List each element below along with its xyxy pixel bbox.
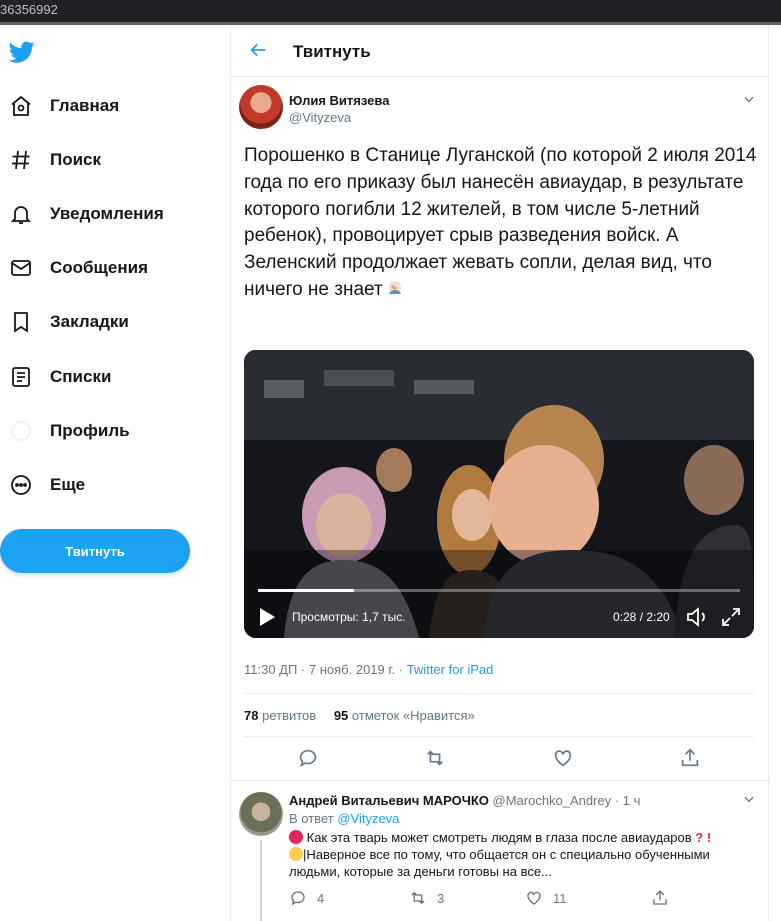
retweet-icon[interactable] <box>424 747 446 769</box>
sidebar-item-search[interactable]: Поиск <box>8 140 101 180</box>
video-frame <box>244 350 754 638</box>
reply-icon[interactable] <box>297 747 319 769</box>
sidebar-item-lists[interactable]: Списки <box>8 357 111 397</box>
thread-line <box>260 840 262 921</box>
sidebar-item-bookmarks[interactable]: Закладки <box>8 302 129 342</box>
reply-time[interactable]: 1 ч <box>623 793 641 808</box>
divider <box>244 736 754 737</box>
sidebar-item-label: Профиль <box>50 421 130 440</box>
like-icon <box>527 891 541 905</box>
reply-author-handle[interactable]: @Marochko_Andrey <box>493 793 612 808</box>
bookmark-icon <box>8 309 34 335</box>
sidebar-item-label: Поиск <box>50 150 102 169</box>
like-icon[interactable] <box>552 747 574 769</box>
sidebar-item-label: Главная <box>50 96 120 115</box>
share-icon[interactable] <box>679 747 701 769</box>
reply-reply-button[interactable]: 4 <box>289 889 324 907</box>
sidebar-item-label: Закладки <box>50 312 129 331</box>
tweet-text: Порошенко в Станице Луганской (по которо… <box>244 143 759 304</box>
sidebar-item-messages[interactable]: Сообщения <box>8 248 148 288</box>
sidebar-item-home[interactable]: Главная <box>8 86 119 126</box>
fullscreen-icon[interactable] <box>720 606 742 628</box>
reply-line-1: Как эта тварь может смотреть людям в гла… <box>306 830 692 845</box>
play-icon[interactable] <box>258 607 276 627</box>
reply-retweets-count: 3 <box>437 890 445 906</box>
author-avatar[interactable] <box>239 85 283 129</box>
question-exclamation-emoji-icon: ? ! <box>691 830 712 845</box>
video-player[interactable]: Просмотры: 1,7 тыс. 0:28 / 2:20 <box>244 350 754 638</box>
reply-prefix: В ответ <box>289 811 338 826</box>
reply-avatar[interactable] <box>239 792 283 836</box>
twitter-logo-icon[interactable] <box>8 39 36 65</box>
author-handle[interactable]: @Vityzeva <box>289 110 351 125</box>
reply-retweet-button[interactable]: 3 <box>409 889 444 907</box>
tweet-button[interactable]: Твитнуть <box>0 529 190 573</box>
reply-like-button[interactable]: 11 <box>525 889 567 907</box>
reply-share-button[interactable] <box>651 889 679 907</box>
tweet-meta: 11:30 ДП · 7 нояб. 2019 г. · Twitter for… <box>244 662 493 677</box>
browser-url-fragment: 36356992 <box>0 0 781 22</box>
reply-line-2: |Наверное все по тому, что общается он с… <box>289 847 710 879</box>
chevron-down-icon[interactable] <box>742 92 756 106</box>
page-header: Твитнуть <box>231 25 768 77</box>
home-icon <box>8 93 34 119</box>
reply-actions: 4 3 11 <box>289 889 709 907</box>
hashtag-icon <box>8 147 34 173</box>
bell-icon <box>8 201 34 227</box>
sidebar-item-label: Сообщения <box>50 258 148 277</box>
tweet-stats: 78 ретвитов 95 отметок «Нравится» <box>244 708 475 723</box>
tweet-body: Порошенко в Станице Луганской (по которо… <box>244 145 757 300</box>
share-icon <box>653 890 667 905</box>
reply-author-name[interactable]: Андрей Витальевич МАРОЧКО <box>289 793 489 808</box>
chevron-down-icon[interactable] <box>742 792 756 806</box>
tweet-source-link[interactable]: Twitter for iPad <box>407 662 494 677</box>
reply-to-line: В ответ @Vityzeva <box>289 811 399 826</box>
sidebar-item-notifications[interactable]: Уведомления <box>8 194 164 234</box>
retweets-stat[interactable]: 78 ретвитов <box>244 708 316 723</box>
main-column: Твитнуть Юлия Витязева @Vityzeva Порошен… <box>230 25 770 921</box>
volume-icon[interactable] <box>685 606 709 628</box>
retweets-count: 78 <box>244 708 259 723</box>
likes-count: 95 <box>333 708 349 723</box>
reply-likes-count: 11 <box>553 890 567 906</box>
facepalm-emoji-icon <box>385 278 405 298</box>
monocle-face-emoji-icon <box>289 847 303 861</box>
tweet-actions <box>244 747 754 771</box>
list-icon <box>8 364 34 390</box>
sidebar: Главная Поиск Уведомления Сообщения Закл… <box>0 25 230 921</box>
sidebar-item-more[interactable]: Еще <box>8 465 85 505</box>
retweets-label: ретвитов <box>262 708 317 723</box>
likes-label: отметок «Нравится» <box>351 708 475 723</box>
reply-separator: · <box>611 793 623 808</box>
likes-stat[interactable]: 95 отметок «Нравится» <box>334 708 475 723</box>
tweet-timestamp[interactable]: 11:30 ДП · 7 нояб. 2019 г. · <box>244 662 407 677</box>
video-views: Просмотры: 1,7 тыс. <box>292 610 406 624</box>
back-arrow-icon[interactable] <box>247 39 269 61</box>
reply-replies-count: 4 <box>317 890 325 906</box>
sidebar-item-label: Еще <box>50 475 86 494</box>
divider <box>231 780 770 781</box>
page-title: Твитнуть <box>293 42 371 61</box>
angry-face-emoji-icon <box>289 830 303 844</box>
sidebar-item-label: Списки <box>50 367 112 386</box>
more-icon <box>8 472 34 498</box>
video-progress-fill <box>258 589 355 592</box>
reply-text: Как эта тварь может смотреть людям в гла… <box>289 829 739 880</box>
profile-icon <box>8 418 34 444</box>
reply-icon <box>291 891 305 906</box>
sidebar-item-profile[interactable]: Профиль <box>8 411 130 451</box>
retweet-icon <box>411 891 425 905</box>
author-name[interactable]: Юлия Витязева <box>289 93 389 108</box>
sidebar-item-label: Уведомления <box>50 204 164 223</box>
video-time: 0:28 / 2:20 <box>613 610 670 624</box>
reply-to-link[interactable]: @Vityzeva <box>337 811 399 826</box>
divider <box>244 693 754 694</box>
mail-icon <box>8 255 34 281</box>
reply-header: Андрей Витальевич МАРОЧКО @Marochko_Andr… <box>289 793 640 808</box>
